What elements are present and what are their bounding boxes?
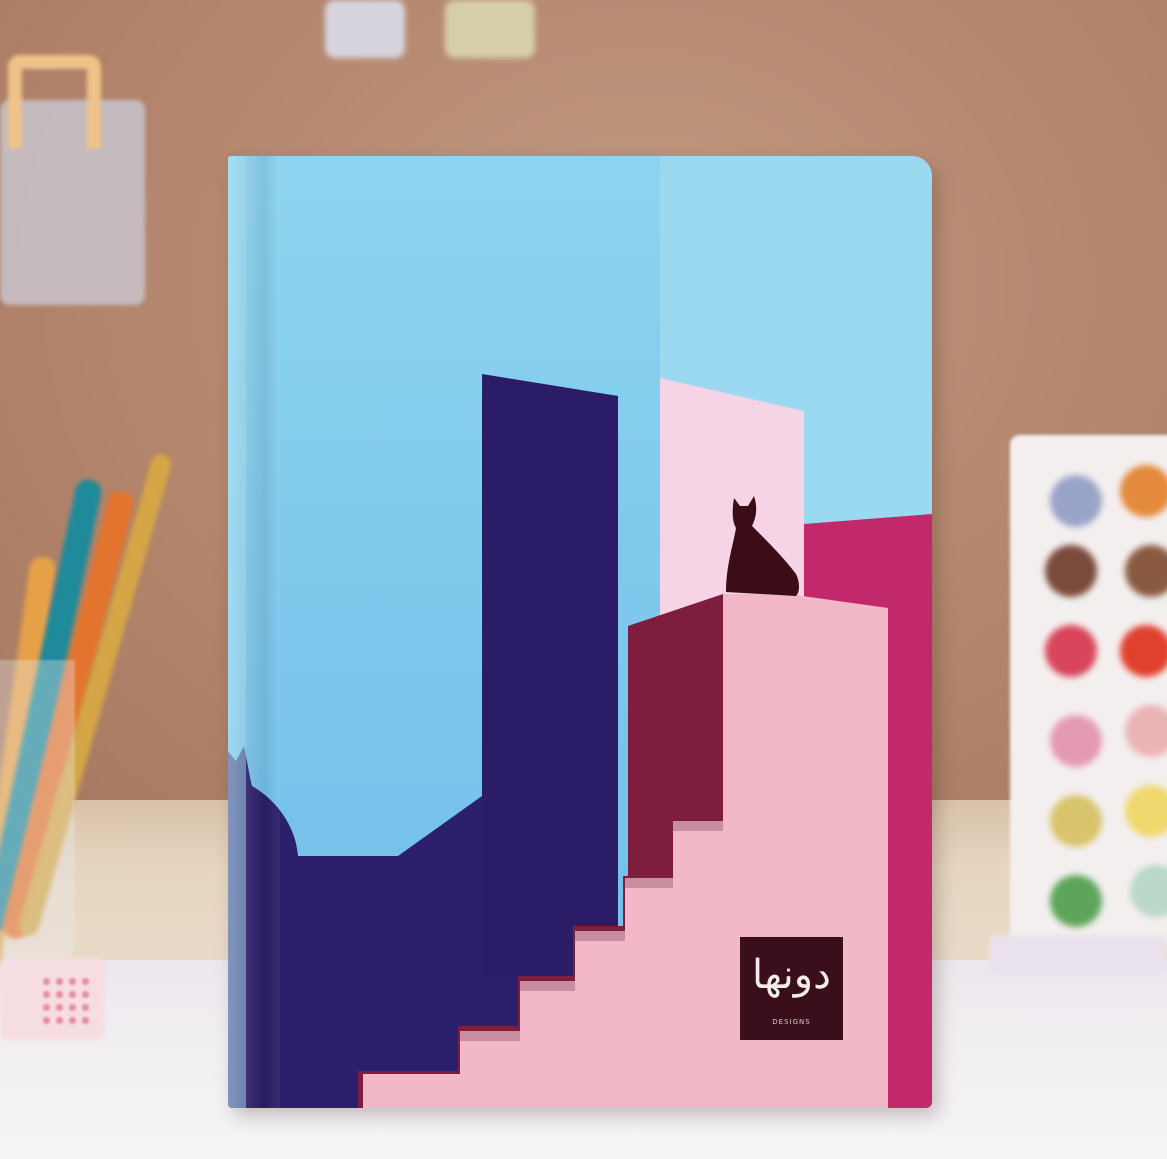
washi-tape-pattern <box>40 975 95 1030</box>
notebook-spine <box>228 156 280 1108</box>
sticker-icon <box>1130 865 1167 917</box>
brand-logo-text: دونها <box>752 952 831 998</box>
card-stack <box>990 935 1167 975</box>
sticker-icon <box>1120 465 1167 517</box>
glass-jar <box>0 660 75 960</box>
sticker-sheet <box>1010 435 1167 945</box>
stair-riser <box>460 1031 520 1041</box>
sticker-icon <box>1045 625 1097 677</box>
brand-logo-subtitle: DESIGNS <box>772 1018 811 1026</box>
stair-riser <box>673 821 723 831</box>
navy-door <box>482 374 618 976</box>
sticker-icon <box>1125 705 1167 757</box>
pinned-sticker <box>325 0 405 58</box>
memo-note-tab <box>8 55 101 149</box>
sticker-icon <box>1050 715 1102 767</box>
sticker-icon <box>1050 475 1102 527</box>
sticker-icon <box>1125 545 1167 597</box>
stair-riser <box>625 878 673 888</box>
pinned-sticker <box>445 0 535 58</box>
sticker-icon <box>1050 875 1102 927</box>
sticker-icon <box>1125 785 1167 837</box>
stair-riser <box>575 931 625 941</box>
sticker-icon <box>1050 795 1102 847</box>
brand-logo: دونها DESIGNS <box>740 937 843 1040</box>
sticker-icon <box>1120 625 1167 677</box>
sticker-icon <box>1045 545 1097 597</box>
stair-riser <box>520 981 575 991</box>
